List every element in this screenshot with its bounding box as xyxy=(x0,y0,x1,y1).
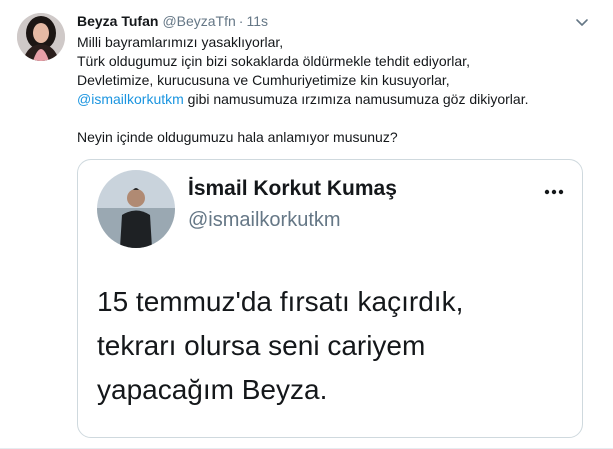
quoted-avatar[interactable] xyxy=(97,170,175,248)
tweet-line: Türk oldugumuz için bizi sokaklarda öldü… xyxy=(77,53,470,69)
tweet-header: Beyza Tufan @BeyzaTfn · 11s xyxy=(77,13,268,29)
chevron-down-icon[interactable] xyxy=(573,13,591,31)
display-name[interactable]: Beyza Tufan xyxy=(77,13,158,29)
mention-link[interactable]: @ismailkorkutkm xyxy=(77,91,184,107)
user-handle[interactable]: @BeyzaTfn xyxy=(162,13,235,29)
more-horizontal-icon[interactable] xyxy=(542,184,566,195)
quoted-display-name[interactable]: İsmail Korkut Kumaş xyxy=(188,177,397,201)
tweet-text: Milli bayramlarımızı yasaklıyorlar, Türk… xyxy=(77,33,592,147)
separator-dot: · xyxy=(238,13,244,29)
tweet-line: Milli bayramlarımızı yasaklıyorlar, xyxy=(77,34,284,50)
avatar[interactable] xyxy=(17,13,65,61)
quoted-line: tekrarı olursa seni cariyem xyxy=(97,330,426,361)
tweet-line-with-mention: @ismailkorkutkm gibi namusumuza ırzımıza… xyxy=(77,90,592,109)
tweet-line: Neyin içinde oldugumuzu hala anlamıyor m… xyxy=(77,129,398,145)
quoted-tweet-text: 15 temmuz'da fırsatı kaçırdık, tekrarı o… xyxy=(97,280,463,412)
quoted-line: yapacağım Beyza. xyxy=(97,374,328,405)
timestamp[interactable]: 11s xyxy=(246,13,268,29)
quoted-line: 15 temmuz'da fırsatı kaçırdık, xyxy=(97,286,464,317)
tweet[interactable]: Beyza Tufan @BeyzaTfn · 11s Milli bayramlar… xyxy=(0,0,613,449)
tweet-line-rest: gibi namusumuza ırzımıza namusumuza göz … xyxy=(183,91,529,107)
tweet-line: Devletimize, kurucusuna ve Cumhuriyetimi… xyxy=(77,72,450,88)
quoted-user-handle[interactable]: @ismailkorkutkm xyxy=(188,209,341,232)
quoted-tweet-card[interactable]: İsmail Korkut Kumaş @ismailkorkutkm 15 t… xyxy=(77,159,583,438)
